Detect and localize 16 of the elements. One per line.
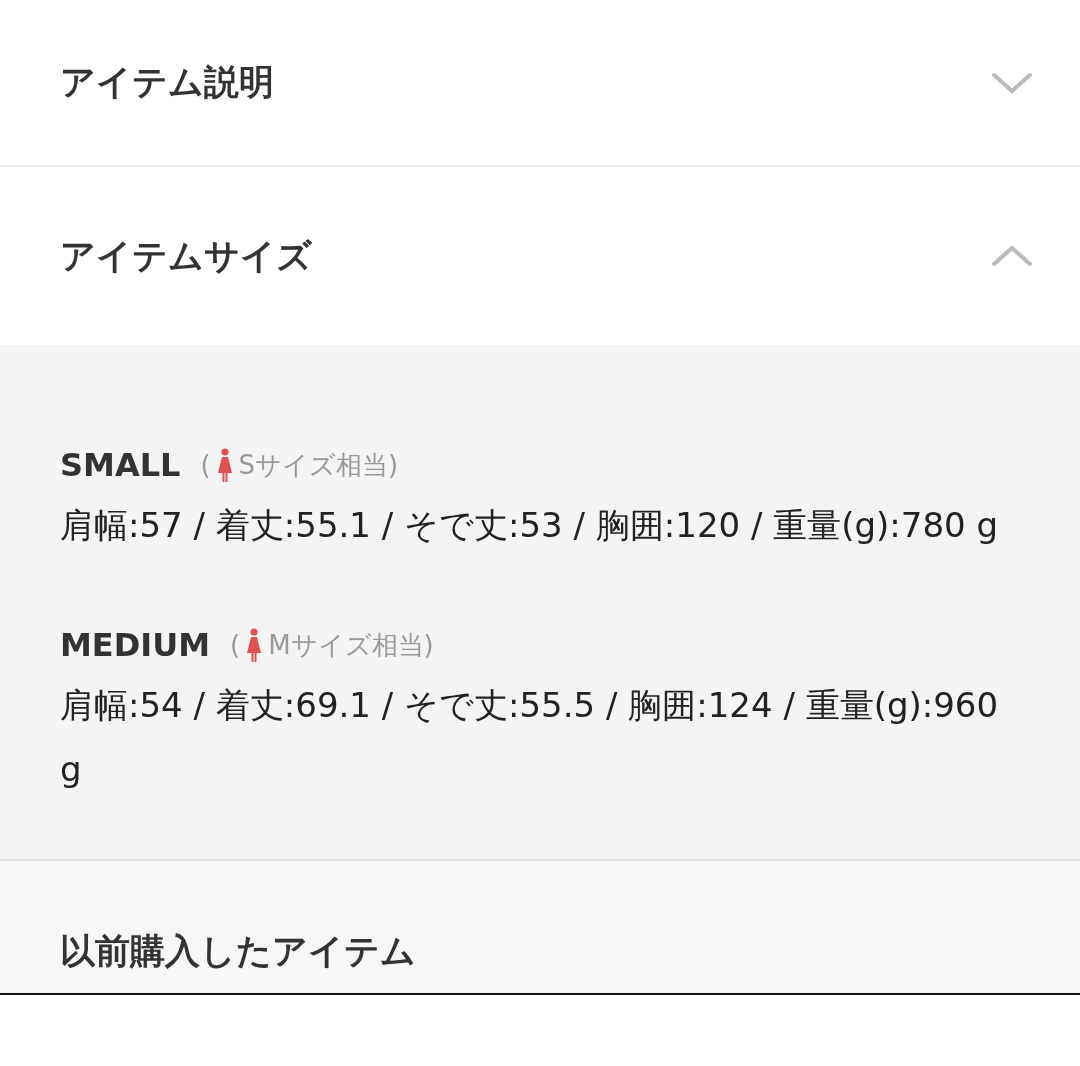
paren: ( <box>200 450 211 480</box>
paren: ( <box>230 630 241 660</box>
size-measurements: 肩幅:57 / 着丈:55.1 / そで丈:53 / 胸囲:120 / 重量(g):780 g <box>60 504 1000 547</box>
section-title: アイテムサイズ <box>60 234 312 278</box>
woman-icon <box>216 448 233 482</box>
size-equivalent: Mサイズ相当) <box>268 628 434 662</box>
section-title: アイテム説明 <box>60 61 274 104</box>
size-measurements: 肩幅:54 / 着丈:69.1 / そで丈:55.5 / 胸囲:124 / 重量(g):960 g <box>60 684 1000 791</box>
size-equivalent: Sサイズ相当) <box>238 448 399 482</box>
section-title: 以前購入したアイテム <box>60 930 416 973</box>
chevron-up-icon[interactable] <box>990 244 1034 268</box>
chevron-down-icon[interactable] <box>990 70 1034 95</box>
size-name: SMALL <box>60 446 181 484</box>
woman-icon <box>246 628 263 662</box>
size-name: MEDIUM <box>60 626 210 664</box>
section-header[interactable]: 以前購入したアイテム <box>0 861 1080 995</box>
